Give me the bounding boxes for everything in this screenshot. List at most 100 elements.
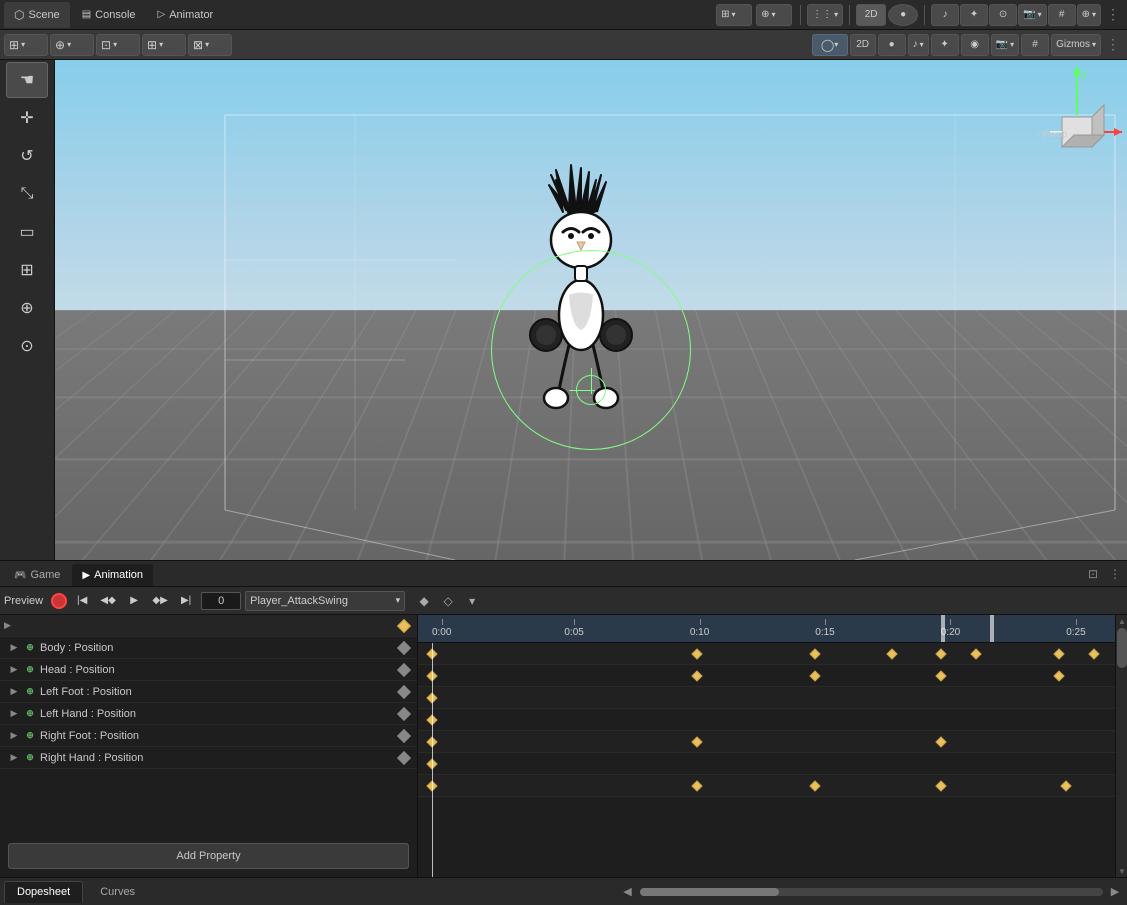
play-btn[interactable]: ▶ bbox=[123, 591, 145, 611]
fx-scene-btn[interactable]: ✦ bbox=[931, 34, 959, 56]
grid-scene-btn[interactable]: # bbox=[1021, 34, 1049, 56]
left-hand-position-row[interactable]: ▶ ⊕ Left Hand : Position bbox=[0, 703, 417, 725]
transform-dropdown[interactable]: ⊞ ▾ bbox=[716, 4, 752, 26]
hidden-btn[interactable]: ◉ bbox=[961, 34, 989, 56]
body-kf-2 bbox=[691, 670, 702, 681]
draw-mode-dropdown[interactable]: ⊞ ▾ bbox=[4, 34, 48, 56]
fx-btn[interactable]: ✦ bbox=[960, 4, 988, 26]
gizmos-scene-dropdown[interactable]: Gizmos ▾ bbox=[1051, 34, 1101, 56]
light-toggle-btn[interactable]: ● bbox=[878, 34, 906, 56]
head-pos-timeline-row[interactable] bbox=[418, 687, 1115, 709]
game-tab[interactable]: 🎮 Game bbox=[4, 564, 70, 586]
scale-snap-dropdown[interactable]: ⊠ ▾ bbox=[188, 34, 232, 56]
head-keyframe-btn[interactable] bbox=[397, 662, 411, 676]
global-dropdown[interactable]: ⊕ ▾ bbox=[756, 4, 792, 26]
scroll-up-btn[interactable]: ▲ bbox=[1116, 615, 1127, 627]
animation-tab[interactable]: ▶ Animation bbox=[72, 564, 153, 586]
add-keyframe-btn[interactable]: ◆ bbox=[413, 591, 435, 611]
ruler-mark-10: 0:10 bbox=[690, 627, 709, 638]
move-tool-btn[interactable]: ✛ bbox=[6, 100, 48, 136]
scale-tool-btn[interactable]: ⤡ bbox=[6, 176, 48, 212]
next-keyframe-btn[interactable]: ◆▶ bbox=[149, 591, 171, 611]
leftfoot-pos-timeline-row[interactable] bbox=[418, 709, 1115, 731]
end-marker-1 bbox=[941, 615, 945, 642]
scene-vis-btn[interactable]: ⊙ bbox=[989, 4, 1017, 26]
go-start-btn[interactable]: |◀ bbox=[71, 591, 93, 611]
scroll-down-btn[interactable]: ▼ bbox=[1116, 865, 1127, 877]
hand-tool-btn[interactable]: ☚ bbox=[6, 62, 48, 98]
lefthand-keyframe-btn[interactable] bbox=[397, 706, 411, 720]
expand-body-icon[interactable]: ▶ bbox=[8, 642, 20, 654]
head-position-row[interactable]: ▶ ⊕ Head : Position bbox=[0, 659, 417, 681]
render-mode-2d-btn[interactable]: 2D bbox=[856, 4, 886, 26]
leftfoot-keyframe-btn[interactable] bbox=[397, 684, 411, 698]
lighting-btn[interactable]: ● bbox=[888, 4, 918, 26]
audio-btn[interactable]: ♪ bbox=[931, 4, 959, 26]
timeline-scroll-left[interactable]: ◀ bbox=[620, 884, 636, 900]
body-pos-timeline-row[interactable] bbox=[418, 665, 1115, 687]
clip-selector[interactable]: Player_AttackSwing ▾ bbox=[245, 591, 405, 611]
head-kf-1 bbox=[426, 692, 437, 703]
expand-head-icon[interactable]: ▶ bbox=[8, 664, 20, 676]
expand-rightfoot-icon[interactable]: ▶ bbox=[8, 730, 20, 742]
scene-tab[interactable]: ⬡ Scene bbox=[4, 2, 70, 28]
custom-tool-1-btn[interactable]: ⊕ bbox=[6, 290, 48, 326]
custom-tool-2-btn[interactable]: ⊙ bbox=[6, 328, 48, 364]
rightfoot-keyframe-btn[interactable] bbox=[397, 728, 411, 742]
maximize-btn[interactable]: ⊡ bbox=[1085, 566, 1101, 582]
curves-tab[interactable]: Curves bbox=[87, 881, 148, 903]
body-position-row[interactable]: ▶ ⊕ Body : Position bbox=[0, 637, 417, 659]
record-btn[interactable] bbox=[51, 593, 67, 609]
left-foot-position-row[interactable]: ▶ ⊕ Left Foot : Position bbox=[0, 681, 417, 703]
righthand-keyframe-btn[interactable] bbox=[397, 750, 411, 764]
expand-lefthand-icon[interactable]: ▶ bbox=[8, 708, 20, 720]
scene-more-btn[interactable]: ⋮ bbox=[1103, 35, 1123, 55]
scrollbar-track[interactable] bbox=[1116, 627, 1127, 865]
gizmo-dropdown[interactable]: ⊕ ▾ bbox=[1077, 4, 1101, 26]
transform-tool-btn[interactable]: ⊞ bbox=[6, 252, 48, 288]
grid-btn[interactable]: # bbox=[1048, 4, 1076, 26]
anim-settings-btn[interactable]: ▾ bbox=[461, 591, 483, 611]
add-event-btn[interactable]: ◇ bbox=[437, 591, 459, 611]
frame-input[interactable] bbox=[201, 592, 241, 610]
right-foot-position-row[interactable]: ▶ ⊕ Right Foot : Position bbox=[0, 725, 417, 747]
timeline-horizontal-scrollbar[interactable] bbox=[640, 888, 1103, 896]
timeline-scroll-right[interactable]: ▶ bbox=[1107, 884, 1123, 900]
summary-property-row[interactable]: ▶ bbox=[0, 615, 417, 637]
scrollbar-thumb[interactable] bbox=[1117, 628, 1127, 668]
body-keyframe-btn[interactable] bbox=[397, 640, 411, 654]
rotate-tool-btn[interactable]: ↺ bbox=[6, 138, 48, 174]
handle-dropdown[interactable]: ⊡ ▾ bbox=[96, 34, 140, 56]
custom-2-icon: ⊙ bbox=[20, 336, 33, 356]
ruler-mark-5: 0:05 bbox=[564, 627, 583, 638]
righthand-pos-timeline-row[interactable] bbox=[418, 775, 1115, 797]
panel-menu-btn[interactable]: ⋮ bbox=[1107, 566, 1123, 582]
rect-tool-btn[interactable]: ▭ bbox=[6, 214, 48, 250]
main-timeline-row[interactable] bbox=[418, 643, 1115, 665]
animator-tab[interactable]: ▷ Animator bbox=[148, 2, 224, 28]
snap-dropdown[interactable]: ⋮⋮ ▾ bbox=[807, 4, 843, 26]
right-hand-position-row[interactable]: ▶ ⊕ Right Hand : Position bbox=[0, 747, 417, 769]
dopesheet-tab[interactable]: Dopesheet bbox=[4, 881, 83, 903]
camera-dropdown[interactable]: 📷 ▾ bbox=[1018, 4, 1046, 26]
vertical-scrollbar[interactable]: ▲ ▼ bbox=[1115, 615, 1127, 877]
add-property-btn[interactable]: Add Property bbox=[8, 843, 409, 869]
cam-scene-dropdown[interactable]: 📷 ▾ bbox=[991, 34, 1019, 56]
timeline-scrollbar-thumb[interactable] bbox=[640, 888, 779, 896]
expand-righthand-icon[interactable]: ▶ bbox=[8, 752, 20, 764]
2d-toggle-btn[interactable]: 2D bbox=[850, 34, 876, 56]
prev-keyframe-btn[interactable]: ◀◆ bbox=[97, 591, 119, 611]
lefthand-pos-timeline-row[interactable] bbox=[418, 731, 1115, 753]
audio-scene-dropdown[interactable]: ♪ ▾ bbox=[908, 34, 929, 56]
3d-render-btn[interactable]: ◯ ▾ bbox=[812, 34, 848, 56]
timeline-ruler[interactable]: 0:00 0:05 0:10 0:15 0:20 0:25 bbox=[418, 615, 1115, 643]
world-space-dropdown[interactable]: ⊕ ▾ bbox=[50, 34, 94, 56]
scene-viewport[interactable]: y ◁Persp bbox=[55, 60, 1127, 560]
more-menu-btn[interactable]: ⋮ bbox=[1103, 5, 1123, 25]
rightfoot-pos-timeline-row[interactable] bbox=[418, 753, 1115, 775]
move-snap-dropdown[interactable]: ⊞ ▾ bbox=[142, 34, 186, 56]
console-tab[interactable]: ▤ Console bbox=[72, 2, 146, 28]
expand-leftfoot-icon[interactable]: ▶ bbox=[8, 686, 20, 698]
summary-keyframe-btn[interactable] bbox=[397, 618, 411, 632]
go-end-btn[interactable]: ▶| bbox=[175, 591, 197, 611]
